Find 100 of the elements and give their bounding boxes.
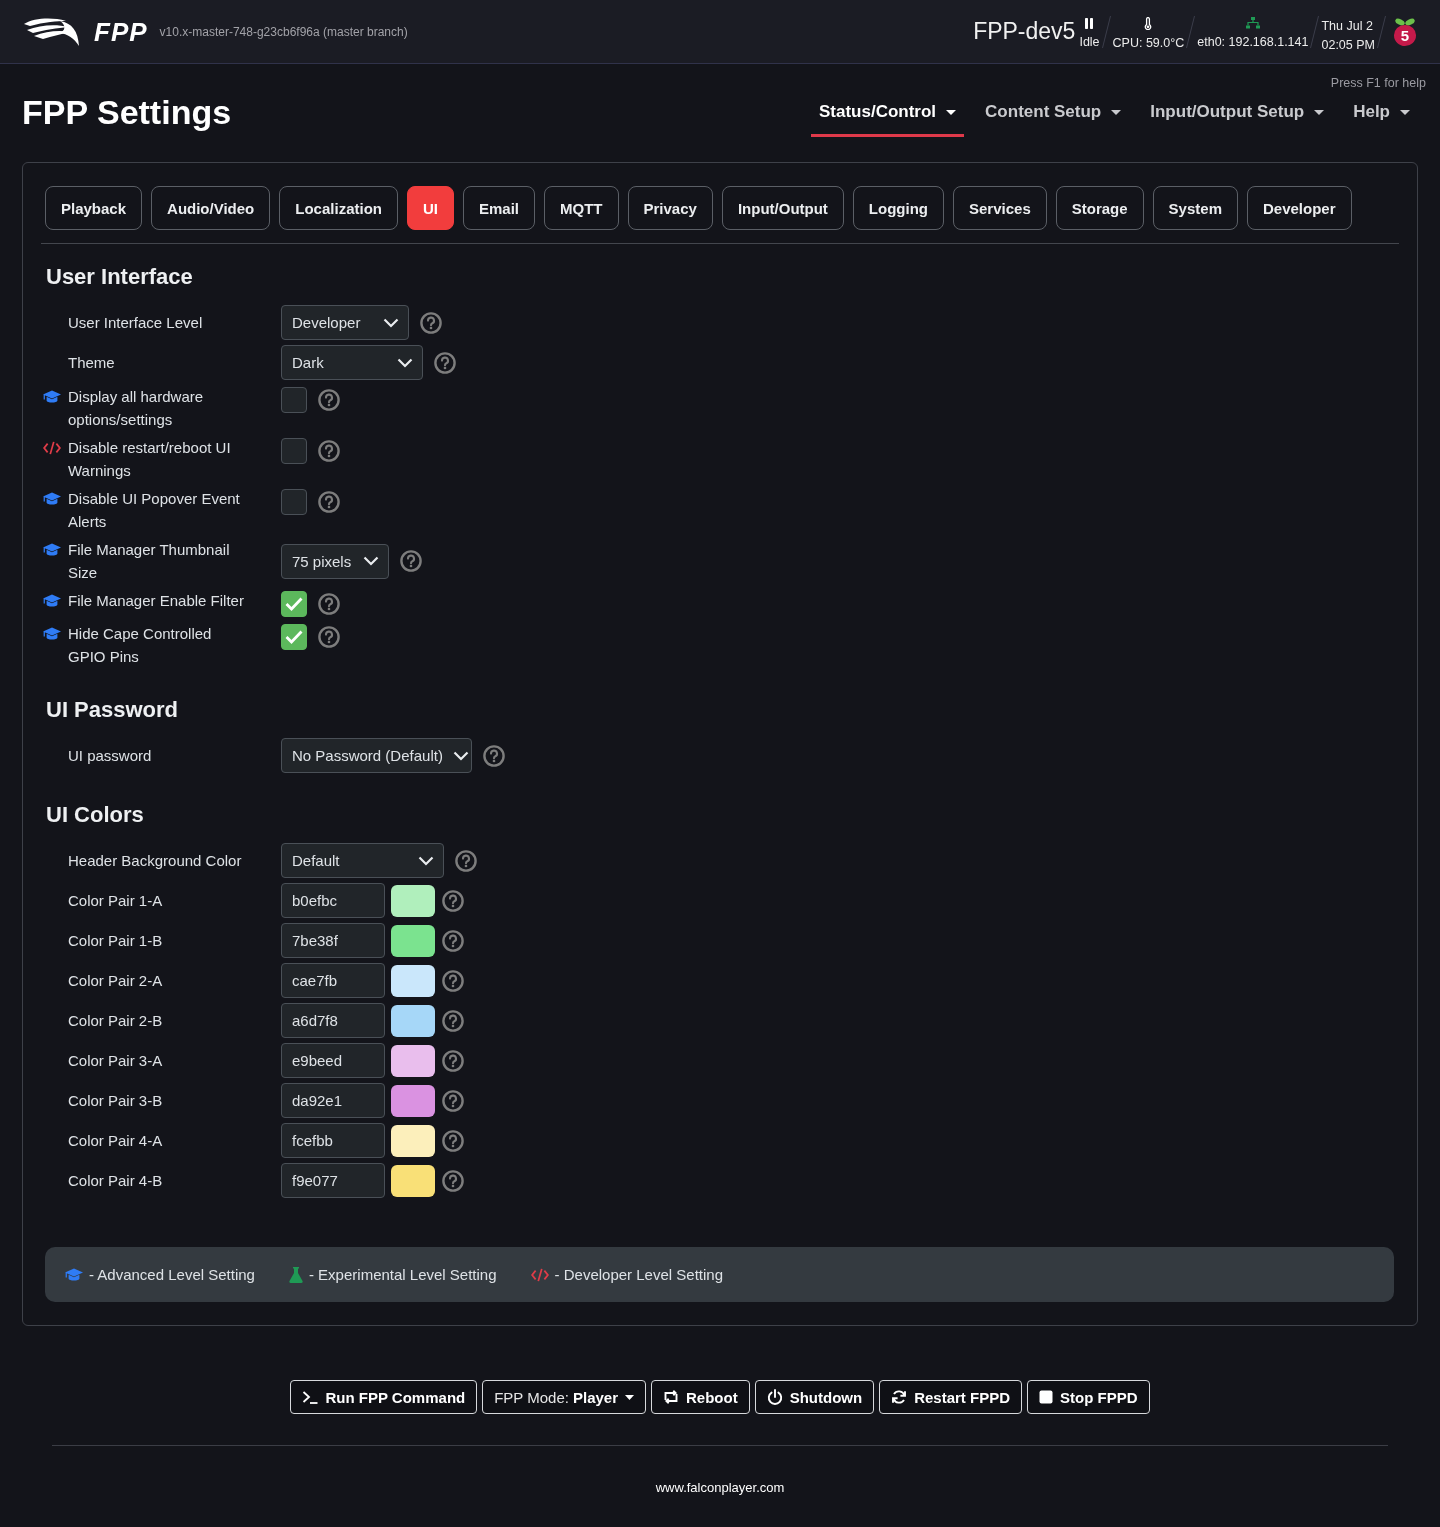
version-text: v10.x-master-748-g23cb6f96a (master branch) [159, 24, 408, 39]
color-hex-field[interactable]: a6d7f8 [281, 1003, 385, 1038]
section-title: UI Colors [46, 801, 145, 828]
setting-label: File Manager Enable Filter [68, 591, 245, 611]
action-button[interactable]: Run FPP Command [290, 1380, 478, 1414]
status-text: CPU: 59.0°C [1112, 34, 1185, 51]
select-dropdown[interactable]: 75 pixels [281, 543, 389, 579]
help-icon[interactable] [442, 1009, 464, 1032]
setting-label: UI password [68, 746, 153, 766]
pause-icon [1085, 17, 1094, 29]
leaf-icon [1394, 17, 1416, 26]
checkbox[interactable] [281, 591, 307, 617]
help-icon[interactable] [442, 1129, 464, 1152]
settings-tab[interactable]: Input/Output [721, 186, 844, 230]
help-icon[interactable] [442, 1169, 464, 1192]
help-icon[interactable] [420, 311, 442, 334]
nav-menu-item[interactable]: Input/Output Setup [1142, 92, 1333, 137]
color-swatch[interactable] [391, 1124, 435, 1157]
setting-label: Color Pair 3-A [68, 1051, 164, 1071]
color-swatch[interactable] [391, 924, 435, 957]
settings-tab[interactable]: Services [953, 186, 1047, 230]
help-icon[interactable] [318, 593, 340, 615]
settings-tab[interactable]: Email [462, 186, 535, 230]
settings-tab[interactable]: MQTT [544, 186, 619, 230]
color-swatch[interactable] [391, 884, 435, 917]
color-swatch[interactable] [391, 1084, 435, 1117]
color-hex-field[interactable]: e9beed [281, 1043, 385, 1078]
help-icon[interactable] [442, 1089, 464, 1112]
settings-tab[interactable]: Developer [1247, 186, 1352, 230]
help-icon[interactable] [455, 849, 477, 872]
help-icon[interactable] [400, 550, 422, 572]
color-hex-field[interactable]: f9e077 [281, 1163, 385, 1198]
settings-tab[interactable]: UI [406, 186, 454, 230]
settings-tab[interactable]: Logging [852, 186, 944, 230]
color-swatch[interactable] [391, 1164, 435, 1197]
help-icon[interactable] [483, 744, 505, 767]
graduation-cap-icon [65, 1267, 83, 1282]
color-swatch[interactable] [391, 964, 435, 997]
action-button[interactable]: Stop FPPD [1027, 1380, 1150, 1414]
setting-label: Color Pair 2-B [68, 1011, 164, 1031]
settings-tab[interactable]: Audio/Video [151, 186, 271, 230]
settings-tab[interactable]: Playback [45, 186, 143, 230]
settings-tab[interactable]: System [1152, 186, 1238, 230]
help-icon[interactable] [434, 351, 456, 374]
help-icon[interactable] [318, 440, 340, 462]
color-swatch[interactable] [391, 1004, 435, 1037]
help-icon[interactable] [318, 389, 340, 411]
action-button[interactable]: Shutdown [754, 1380, 875, 1414]
select-dropdown[interactable]: Dark [281, 345, 423, 380]
checkbox[interactable] [281, 387, 307, 413]
chevron-down-icon [363, 556, 379, 566]
select-dropdown[interactable]: Default [281, 843, 444, 878]
action-button[interactable]: Reboot [651, 1380, 750, 1414]
refresh-icon [891, 1389, 908, 1405]
nav-menu-item[interactable]: Help [1345, 92, 1418, 137]
color-hex-field[interactable]: 7be38f [281, 923, 385, 958]
color-hex-field[interactable]: fcefbb [281, 1123, 385, 1158]
nav-menu-item[interactable]: Status/Control [811, 92, 965, 137]
website-link[interactable]: www.falconplayer.com [655, 1479, 785, 1497]
setting-label: User Interface Level [68, 313, 204, 333]
nav-menu-item[interactable]: Content Setup [977, 92, 1130, 137]
checkbox[interactable] [281, 438, 307, 464]
settings-tab[interactable]: Privacy [627, 186, 713, 230]
graduation-cap-icon [43, 491, 61, 506]
time-text: 02:05 PM [1321, 37, 1375, 53]
caret-icon [946, 109, 957, 115]
bird-logo-icon[interactable] [22, 16, 80, 47]
checkbox[interactable] [281, 489, 307, 515]
setting-label: Color Pair 1-A [68, 891, 164, 911]
legend-text: - Experimental Level Setting [308, 1266, 497, 1283]
help-icon[interactable] [442, 889, 464, 912]
color-hex-field[interactable]: b0efbc [281, 883, 385, 918]
color-hex-field[interactable]: da92e1 [281, 1083, 385, 1118]
checkbox[interactable] [281, 624, 307, 650]
caret-icon [625, 1394, 634, 1400]
hostname: FPP-dev5 [973, 18, 1076, 45]
graduation-cap-icon [43, 626, 61, 641]
stop-icon [1039, 1390, 1054, 1404]
settings-tab[interactable]: Storage [1055, 186, 1144, 230]
settings-tab[interactable]: Localization [279, 186, 398, 230]
help-icon[interactable] [442, 969, 464, 992]
select-dropdown[interactable]: No Password (Default) [281, 738, 472, 773]
section-title: UI Password [46, 696, 180, 723]
chevron-down-icon [397, 357, 413, 368]
network-icon [1245, 17, 1260, 29]
setting-label: Disable restart/reboot UI Warnings [68, 438, 232, 481]
action-button[interactable]: Restart FPPD [879, 1380, 1023, 1414]
help-icon[interactable] [318, 491, 340, 513]
select-dropdown[interactable]: Developer [281, 305, 409, 340]
page-title: FPP Settings [22, 92, 232, 132]
brand-name[interactable]: FPP [94, 16, 148, 47]
help-icon[interactable] [442, 929, 464, 952]
help-icon[interactable] [442, 1049, 464, 1072]
action-button[interactable]: FPP Mode: Player [482, 1380, 646, 1414]
setting-label: Theme [68, 353, 116, 373]
help-icon[interactable] [318, 626, 340, 648]
color-swatch[interactable] [391, 1044, 435, 1077]
caret-icon [1314, 109, 1325, 115]
setting-label: Disable UI Popover Event Alerts [68, 489, 241, 532]
color-hex-field[interactable]: cae7fb [281, 963, 385, 998]
